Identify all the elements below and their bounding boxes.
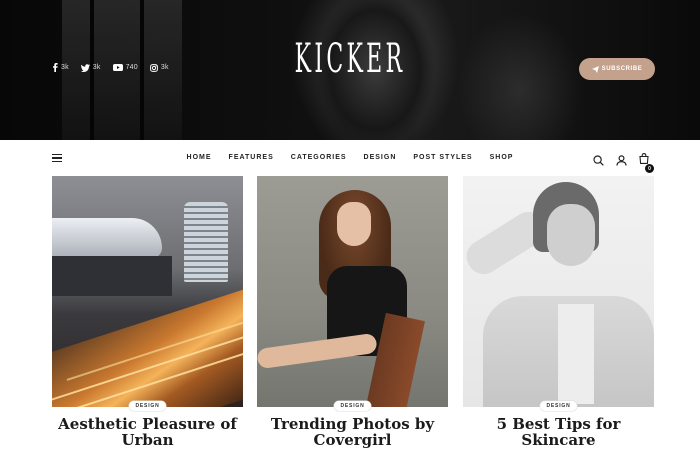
city-building-base bbox=[52, 256, 172, 296]
nav-item-home[interactable]: HOME bbox=[187, 154, 212, 161]
twitter-icon bbox=[80, 63, 90, 72]
search-icon[interactable] bbox=[593, 154, 604, 166]
portrait-leg bbox=[257, 332, 378, 370]
nav-item-shop[interactable]: SHOP bbox=[490, 154, 514, 161]
youtube-icon bbox=[112, 64, 123, 71]
post-category-tag[interactable]: DESIGN bbox=[333, 401, 372, 411]
portrait-face bbox=[337, 202, 371, 246]
facebook-icon bbox=[53, 63, 58, 72]
post-image-covergirl[interactable] bbox=[257, 176, 448, 407]
main-navigation: HOME FEATURES CATEGORIES DESIGN POST STY… bbox=[0, 140, 700, 178]
social-facebook-link[interactable]: 3k bbox=[52, 63, 69, 72]
post-image-urban[interactable] bbox=[52, 176, 243, 407]
paper-plane-icon bbox=[591, 65, 599, 73]
portrait-face bbox=[547, 204, 595, 266]
nav-item-features[interactable]: FEATURES bbox=[229, 154, 274, 161]
subscribe-label: SUBSCRIBE bbox=[601, 66, 643, 72]
post-card[interactable]: DESIGN Aesthetic Pleasure of Urban bbox=[52, 176, 243, 448]
shopping-bag-icon bbox=[639, 153, 649, 164]
city-museum-shape bbox=[52, 218, 162, 258]
subscribe-button[interactable]: SUBSCRIBE bbox=[579, 58, 655, 80]
post-category-tag[interactable]: DESIGN bbox=[539, 401, 578, 411]
post-category-tag[interactable]: DESIGN bbox=[128, 401, 167, 411]
user-icon[interactable] bbox=[616, 154, 627, 166]
post-title[interactable]: Trending Photos by Covergirl bbox=[251, 416, 454, 448]
nav-item-post-styles[interactable]: POST STYLES bbox=[413, 154, 472, 161]
nav-item-design[interactable]: DESIGN bbox=[364, 154, 397, 161]
youtube-count: 740 bbox=[125, 64, 138, 71]
city-tower-shape bbox=[184, 202, 228, 282]
cart-count-badge: 0 bbox=[645, 164, 654, 173]
cart-button[interactable]: 0 bbox=[639, 151, 654, 173]
post-card[interactable]: DESIGN Trending Photos by Covergirl bbox=[257, 176, 448, 448]
portrait-top bbox=[558, 304, 594, 404]
social-links: 3k 3k 740 3k bbox=[52, 63, 169, 72]
nav-item-categories[interactable]: CATEGORIES bbox=[291, 154, 347, 161]
social-twitter-link[interactable]: 3k bbox=[80, 63, 101, 72]
nav-actions: 0 bbox=[593, 151, 654, 173]
hero-banner: 3k 3k 740 3k KICKER SUBSCRIBE bbox=[0, 0, 700, 140]
facebook-count: 3k bbox=[61, 64, 69, 71]
post-card[interactable]: DESIGN 5 Best Tips for Skincare bbox=[463, 176, 654, 448]
twitter-count: 3k bbox=[92, 64, 101, 71]
post-image-skincare[interactable] bbox=[463, 176, 654, 407]
social-youtube-link[interactable]: 740 bbox=[112, 64, 138, 71]
post-title[interactable]: Aesthetic Pleasure of Urban bbox=[46, 416, 249, 448]
site-logo[interactable]: KICKER bbox=[158, 36, 543, 82]
post-title[interactable]: 5 Best Tips for Skincare bbox=[457, 416, 660, 448]
